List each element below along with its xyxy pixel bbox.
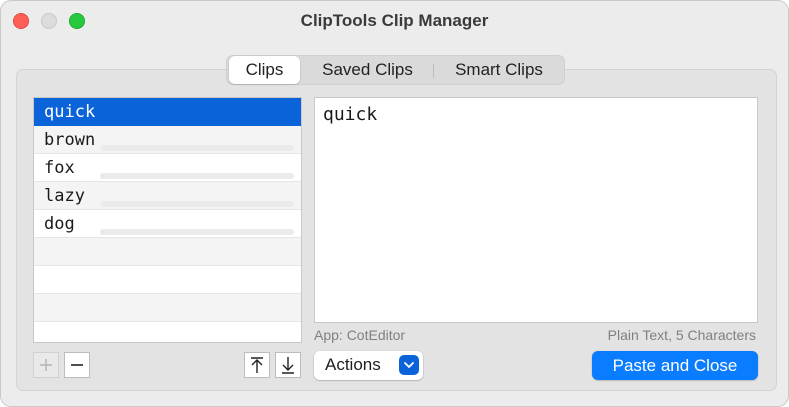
window-title: ClipTools Clip Manager [300,11,489,30]
paste-and-close-button[interactable]: Paste and Close [592,351,758,380]
list-item-label: brown [44,130,96,150]
clip-preview[interactable]: quick [314,97,758,323]
source-app-label: App: CotEditor [314,327,406,343]
list-item-placeholder-bar [100,201,294,207]
remove-clip-button[interactable] [64,352,90,378]
chevron-down-icon [399,355,419,375]
actions-popup-button[interactable]: Actions [314,351,423,380]
tab-smart-clips[interactable]: Smart Clips [438,56,560,84]
move-to-top-button[interactable] [244,352,270,378]
minus-icon [71,364,83,366]
list-item[interactable]: dog [34,210,301,238]
tab-divider [433,64,434,78]
list-item-placeholder-bar [100,229,294,235]
tab-saved-clips[interactable]: Saved Clips [307,56,428,84]
preview-text: quick [323,104,378,125]
list-item-label: lazy [44,186,85,206]
tab-bar: Clips Saved Clips Smart Clips [226,55,565,85]
list-item-label: fox [44,158,75,178]
actions-label: Actions [325,355,381,374]
empty-row [34,238,301,266]
list-item[interactable]: quick [34,98,301,126]
empty-row [34,322,301,350]
list-item-placeholder-bar [100,145,294,151]
clip-manager-window: ClipTools Clip Manager Clips Saved Clips… [0,0,789,407]
title-bar: ClipTools Clip Manager [1,1,788,41]
list-item[interactable]: fox [34,154,301,182]
list-item-label: quick [44,102,96,122]
empty-row [34,266,301,294]
tab-clips[interactable]: Clips [229,56,300,84]
arrow-to-top-icon [251,357,263,373]
list-item[interactable]: brown [34,126,301,154]
list-item-label: dog [44,214,75,234]
list-item[interactable]: lazy [34,182,301,210]
add-clip-button[interactable] [33,352,59,378]
clip-type-label: Plain Text, 5 Characters [607,327,756,343]
empty-row [34,294,301,322]
move-down-button[interactable] [275,352,301,378]
clip-list[interactable]: quick brown fox lazy dog [33,97,302,343]
list-item-placeholder-bar [100,173,294,179]
arrow-down-icon [282,357,294,374]
plus-icon [40,359,52,371]
